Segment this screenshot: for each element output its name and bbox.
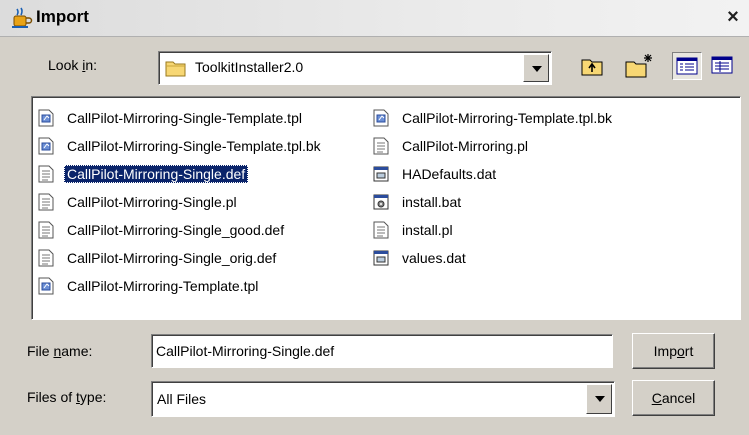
list-item[interactable]: CallPilot-Mirroring.pl [373,135,531,157]
file-name-input[interactable]: CallPilot-Mirroring-Single.def [151,334,613,368]
details-view-button[interactable] [708,52,738,80]
text-file-icon [373,137,389,155]
list-item[interactable]: CallPilot-Mirroring-Single.pl [38,191,240,213]
file-list[interactable]: CallPilot-Mirroring-Single-Template.tpl … [31,96,741,320]
file-type-value: All Files [157,391,207,407]
list-view-icon [676,57,698,75]
file-name-label: File name: [27,343,93,359]
text-file-icon [38,249,54,267]
up-one-level-button[interactable] [578,52,606,80]
window-title: Import [36,7,89,26]
template-file-icon [38,137,54,155]
look-in-value: ToolkitInstaller2.0 [195,59,304,75]
list-item[interactable]: values.dat [373,247,469,269]
text-file-icon [38,193,54,211]
details-view-icon [711,56,733,74]
cancel-button[interactable]: Cancel [632,380,715,416]
list-item[interactable]: HADefaults.dat [373,163,499,185]
text-file-icon [38,165,54,183]
list-item[interactable]: CallPilot-Mirroring-Single.def [38,163,249,185]
template-file-icon [38,277,54,295]
look-in-label: Look in: [48,57,98,73]
new-folder-icon [625,54,652,78]
list-item[interactable]: CallPilot-Mirroring-Single_good.def [38,219,287,241]
title-bar[interactable]: Import × [0,0,749,37]
template-file-icon [38,109,54,127]
java-cup-icon [12,7,33,28]
text-file-icon [373,221,389,239]
list-item[interactable]: CallPilot-Mirroring-Single-Template.tpl [38,107,305,129]
list-item[interactable]: CallPilot-Mirroring-Single_orig.def [38,247,279,269]
look-in-dropdown-button[interactable] [523,54,549,82]
data-file-icon [373,249,389,267]
list-item[interactable]: CallPilot-Mirroring-Template.tpl [38,275,261,297]
list-item[interactable]: install.bat [373,191,464,213]
list-item[interactable]: install.pl [373,219,456,241]
text-file-icon [38,221,54,239]
create-new-folder-button[interactable] [624,52,652,80]
file-type-combo[interactable]: All Files [151,381,615,417]
file-type-dropdown-button[interactable] [586,384,612,414]
list-item[interactable]: CallPilot-Mirroring-Single-Template.tpl.… [38,135,324,157]
look-in-combo[interactable]: ToolkitInstaller2.0 [158,51,552,85]
list-item[interactable]: CallPilot-Mirroring-Template.tpl.bk [373,107,615,129]
folder-icon [165,61,186,77]
import-button[interactable]: Import [632,333,715,369]
list-view-button[interactable] [672,52,702,80]
data-file-icon [373,165,389,183]
close-button[interactable]: × [722,6,744,28]
template-file-icon [373,109,389,127]
batch-file-icon [373,193,389,211]
file-type-label: Files of type: [27,389,107,405]
up-folder-icon [581,59,603,76]
